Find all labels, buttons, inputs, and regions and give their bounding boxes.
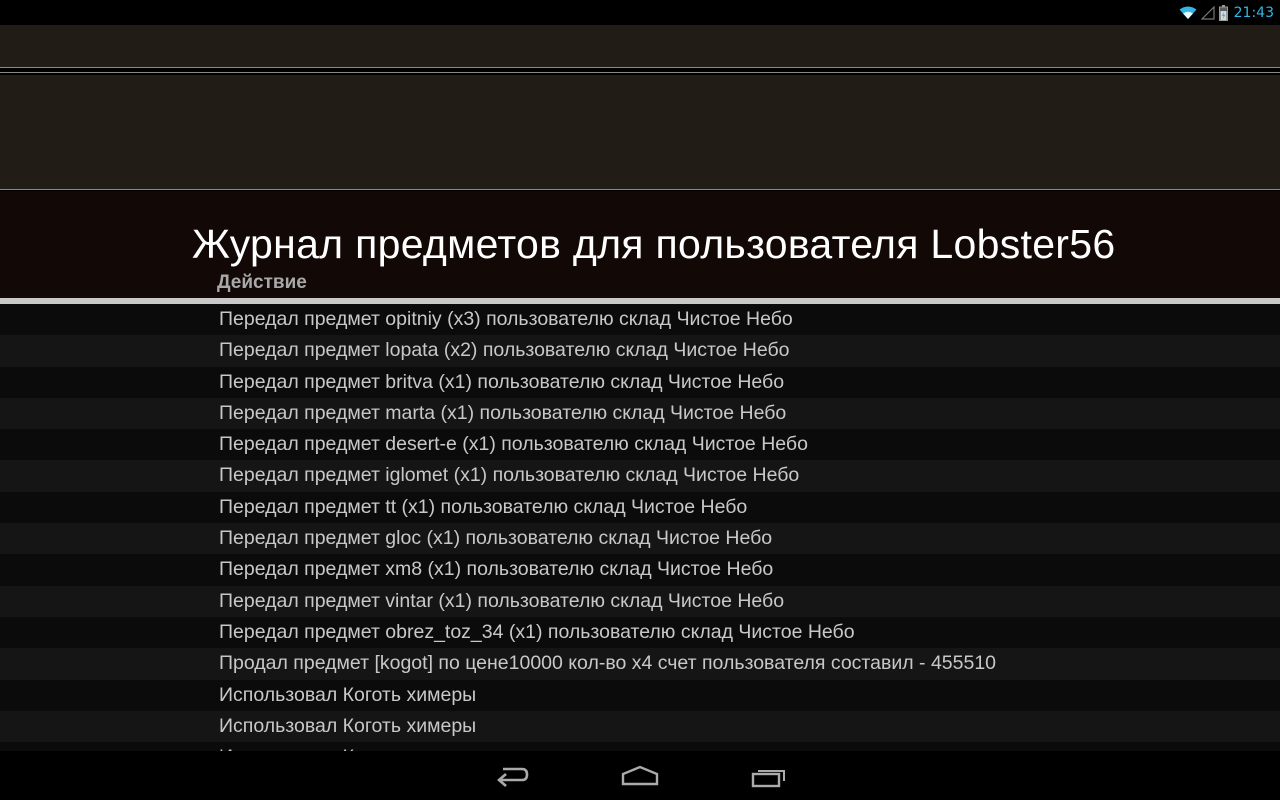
action-bar (0, 25, 1280, 67)
list-item[interactable]: Использовал Коготь химеры (0, 742, 1280, 751)
list-item[interactable]: Использовал Коготь химеры (0, 679, 1280, 711)
list-item[interactable]: Передал предмет desert-e (x1) пользовате… (0, 429, 1280, 461)
status-clock: 21:43 (1233, 4, 1274, 21)
item-log-list[interactable]: Передал предмет opitniy (x3) пользовател… (0, 304, 1280, 751)
battery-icon (1218, 4, 1228, 21)
column-header-action: Действие (217, 272, 307, 293)
divider (0, 72, 1280, 73)
home-icon[interactable] (620, 763, 660, 794)
header-band (0, 75, 1280, 189)
recent-apps-icon[interactable] (750, 763, 788, 794)
wifi-icon (1179, 6, 1197, 20)
list-item[interactable]: Передал предмет opitniy (x3) пользовател… (0, 304, 1280, 336)
back-icon[interactable] (494, 763, 530, 794)
list-item[interactable]: Передал предмет marta (x1) пользователю … (0, 397, 1280, 430)
divider (0, 189, 1280, 190)
list-item[interactable]: Продал предмет [kogot] по цене10000 кол-… (0, 648, 1280, 680)
signal-icon (1200, 5, 1215, 20)
list-item[interactable]: Передал предмет gloc (x1) пользователю с… (0, 523, 1280, 555)
status-bar: 21:43 (0, 0, 1280, 25)
list-item[interactable]: Передал предмет xm8 (x1) пользователю ск… (0, 554, 1280, 586)
list-item[interactable]: Передал предмет iglomet (x1) пользовател… (0, 460, 1280, 492)
divider (0, 67, 1280, 68)
list-item[interactable]: Передал предмет obrez_toz_34 (x1) пользо… (0, 616, 1280, 649)
list-item[interactable]: Передал предмет lopata (x2) пользователю… (0, 335, 1280, 367)
list-item[interactable]: Передал предмет tt (x1) пользователю скл… (0, 491, 1280, 524)
list-item[interactable]: Передал предмет britva (x1) пользователю… (0, 366, 1280, 398)
page-title: Журнал предметов для пользователя Lobste… (192, 221, 1116, 267)
status-icons: 21:43 (1179, 0, 1274, 25)
list-item[interactable]: Передал предмет vintar (x1) пользователю… (0, 585, 1280, 617)
list-item[interactable]: Использовал Коготь химеры (0, 710, 1280, 743)
navigation-bar (0, 751, 1280, 800)
